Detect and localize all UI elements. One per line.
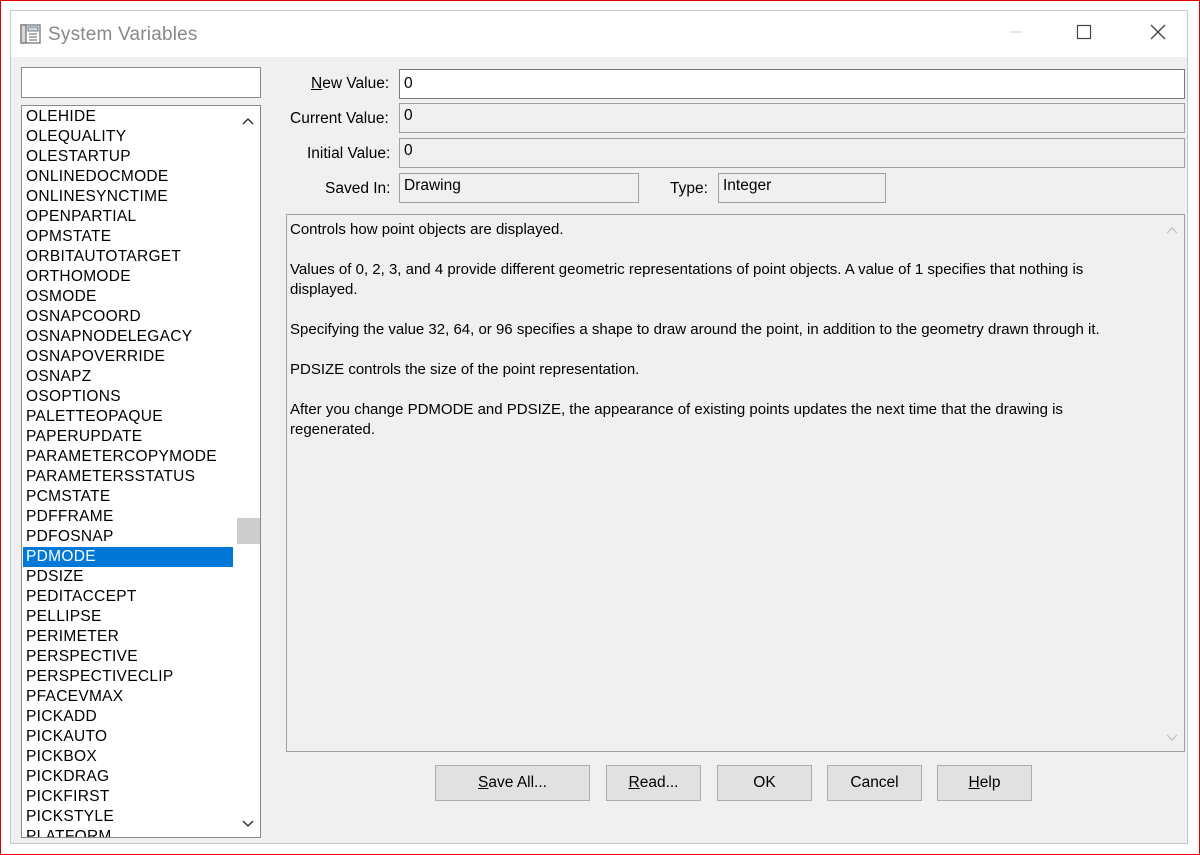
scrollbar-thumb[interactable] xyxy=(237,518,260,544)
list-item[interactable]: PCMSTATE xyxy=(23,487,233,507)
list-item[interactable]: ORBITAUTOTARGET xyxy=(23,247,233,267)
list-item[interactable]: PARAMETERCOPYMODE xyxy=(23,447,233,467)
save-all-label: ave All... xyxy=(488,774,547,791)
minimize-icon xyxy=(1009,25,1023,44)
close-icon xyxy=(1149,23,1167,46)
list-item[interactable]: PEDITACCEPT xyxy=(23,587,233,607)
maximize-icon xyxy=(1076,24,1092,45)
list-item[interactable]: OLEQUALITY xyxy=(23,127,233,147)
list-item[interactable]: OLESTARTUP xyxy=(23,147,233,167)
description-paragraph: Values of 0, 2, 3, and 4 provide differe… xyxy=(290,261,1084,298)
variable-filter-input[interactable] xyxy=(21,67,261,98)
list-item[interactable]: PICKFIRST xyxy=(23,787,233,807)
read-mnemonic: R xyxy=(628,774,640,791)
list-item[interactable]: OSNAPCOORD xyxy=(23,307,233,327)
chevron-down-icon[interactable] xyxy=(1160,729,1184,747)
initial-value-label: Initial Value: xyxy=(307,145,391,162)
variable-list-scrollbar[interactable] xyxy=(235,106,260,837)
list-item[interactable]: PICKDRAG xyxy=(23,767,233,787)
list-item[interactable]: OSNAPOVERRIDE xyxy=(23,347,233,367)
close-button[interactable] xyxy=(1129,11,1187,57)
list-item[interactable]: OPENPARTIAL xyxy=(23,207,233,227)
type-label: Type: xyxy=(670,180,708,197)
list-item[interactable]: OSMODE xyxy=(23,287,233,307)
list-item[interactable]: PERIMETER xyxy=(23,627,233,647)
chevron-up-icon[interactable] xyxy=(1160,221,1184,239)
description-text: Controls how point objects are displayed… xyxy=(290,220,1150,460)
variable-list-items: OLEHIDE OLEQUALITY OLESTARTUP ONLINEDOCMODE… xyxy=(23,107,233,837)
chevron-down-icon[interactable] xyxy=(235,815,260,833)
new-value-label-mnemonic: N xyxy=(311,75,323,92)
help-mnemonic: H xyxy=(968,774,980,791)
list-item[interactable]: OSOPTIONS xyxy=(23,387,233,407)
list-item[interactable]: PDFFRAME xyxy=(23,507,233,527)
list-item[interactable]: PDSIZE xyxy=(23,567,233,587)
read-button[interactable]: Read... xyxy=(606,765,701,801)
window-title: System Variables xyxy=(48,24,198,45)
type-field: Integer xyxy=(718,173,886,203)
list-item[interactable]: PELLIPSE xyxy=(23,607,233,627)
list-item[interactable]: PICKAUTO xyxy=(23,727,233,747)
description-paragraph: Controls how point objects are displayed… xyxy=(290,221,564,238)
variable-list[interactable]: OLEHIDE OLEQUALITY OLESTARTUP ONLINEDOCMODE… xyxy=(21,105,261,838)
description-paragraph: PDSIZE controls the size of the point re… xyxy=(290,361,640,378)
list-item[interactable]: PALETTEOPAQUE xyxy=(23,407,233,427)
save-all-button[interactable]: Save All... xyxy=(435,765,590,801)
description-paragraph: Specifying the value 32, 64, or 96 speci… xyxy=(290,321,1100,338)
new-value-label: New Value: xyxy=(311,75,389,93)
list-item[interactable]: OPMSTATE xyxy=(23,227,233,247)
list-item[interactable]: PLATFORM xyxy=(23,827,233,837)
title-bar[interactable]: System Variables xyxy=(11,11,1187,57)
list-item[interactable]: PFACEVMAX xyxy=(23,687,233,707)
list-item[interactable]: PERSPECTIVECLIP xyxy=(23,667,233,687)
help-label: elp xyxy=(979,774,1001,791)
maximize-button[interactable] xyxy=(1055,11,1113,57)
list-item[interactable]: PICKADD xyxy=(23,707,233,727)
read-label: ead... xyxy=(639,774,679,791)
minimize-button[interactable] xyxy=(987,11,1045,57)
list-item[interactable]: PICKSTYLE xyxy=(23,807,233,827)
cancel-button[interactable]: Cancel xyxy=(827,765,922,801)
current-value-field: 0 xyxy=(399,103,1185,133)
help-button[interactable]: Help xyxy=(937,765,1032,801)
list-item[interactable]: OLEHIDE xyxy=(23,107,233,127)
new-value-input[interactable] xyxy=(399,69,1185,99)
list-item[interactable]: ONLINEDOCMODE xyxy=(23,167,233,187)
list-item[interactable]: PAPERUPDATE xyxy=(23,427,233,447)
list-item[interactable]: OSNAPZ xyxy=(23,367,233,387)
list-item[interactable]: PICKBOX xyxy=(23,747,233,767)
list-item[interactable]: PARAMETERSSTATUS xyxy=(23,467,233,487)
current-value-label: Current Value: xyxy=(290,110,389,127)
list-item[interactable]: ORTHOMODE xyxy=(23,267,233,287)
save-all-mnemonic: S xyxy=(478,774,489,791)
initial-value-field: 0 xyxy=(399,138,1185,168)
list-item[interactable]: PDFOSNAP xyxy=(23,527,233,547)
description-paragraph: After you change PDMODE and PDSIZE, the … xyxy=(290,401,1063,438)
saved-in-label: Saved In: xyxy=(325,180,391,197)
list-item[interactable]: ONLINESYNCTIME xyxy=(23,187,233,207)
list-item[interactable]: OSNAPNODELEGACY xyxy=(23,327,233,347)
list-item[interactable]: PERSPECTIVE xyxy=(23,647,233,667)
saved-in-field: Drawing xyxy=(399,173,639,203)
new-value-label-text: ew Value: xyxy=(322,75,390,92)
system-variables-dialog: System Variables OLEHIDE OLEQUALITY OLESTA… xyxy=(10,10,1188,844)
description-panel[interactable]: Controls how point objects are displayed… xyxy=(286,214,1185,752)
ok-button[interactable]: OK xyxy=(717,765,812,801)
chevron-up-icon[interactable] xyxy=(235,112,260,130)
list-item[interactable]: PDMODE xyxy=(23,547,233,567)
system-variables-icon xyxy=(20,23,42,45)
